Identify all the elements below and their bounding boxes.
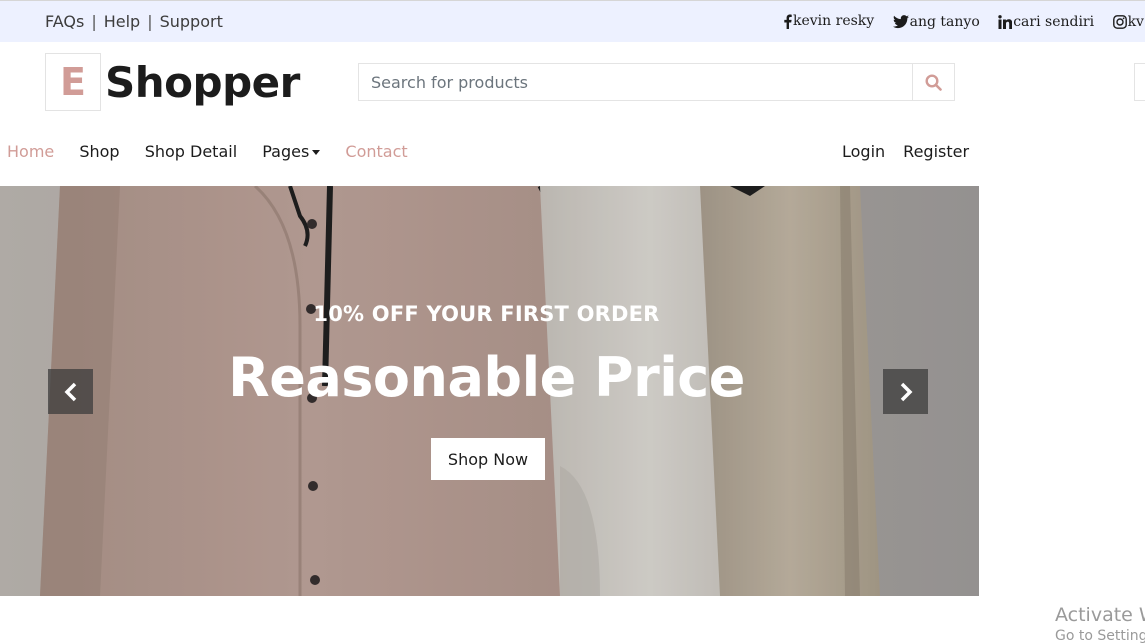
social-label: kv1nrsk: [1127, 13, 1145, 30]
instagram-icon: [1112, 14, 1127, 29]
social-label: cari sendiri: [1013, 13, 1095, 30]
social-linkedin[interactable]: cari sendiri: [998, 14, 1094, 30]
social-instagram[interactable]: kv1nrsk: [1112, 13, 1145, 30]
activation-line-1: Activate W: [1055, 604, 1145, 626]
hero-title: Reasonable Price: [228, 346, 745, 409]
register-link[interactable]: Register: [903, 142, 969, 161]
faqs-link[interactable]: FAQs: [45, 12, 84, 31]
hero-subtitle: 10% OFF YOUR FIRST ORDER: [313, 302, 660, 326]
activation-watermark: Activate W Go to Settings: [1055, 604, 1145, 644]
social-links: kevin resky ang tanyo cari sendiri kv1nr…: [783, 13, 1145, 33]
help-link[interactable]: Help: [104, 12, 140, 31]
search-bar: [358, 63, 955, 101]
separator: |: [147, 12, 153, 31]
hero-carousel: 10% OFF YOUR FIRST ORDER Reasonable Pric…: [0, 186, 979, 596]
chevron-right-icon: [900, 382, 912, 401]
login-link[interactable]: Login: [842, 142, 885, 161]
linkedin-icon: [998, 14, 1013, 29]
search-icon: [925, 73, 942, 91]
carousel-next-button[interactable]: [883, 369, 928, 414]
social-label: ang tanyo: [909, 13, 980, 30]
nav-item-pages-label: Pages: [262, 142, 310, 161]
site-logo[interactable]: E Shopper: [45, 53, 300, 111]
carousel-prev-button[interactable]: [48, 369, 93, 414]
social-label: kevin resky: [793, 13, 875, 29]
nav-item-pages[interactable]: Pages: [262, 142, 321, 161]
nav-item-home[interactable]: Home: [7, 142, 54, 161]
main-nav: Home Shop Shop Detail Pages Contact: [7, 142, 428, 161]
social-facebook[interactable]: kevin resky: [783, 13, 874, 29]
facebook-icon: [784, 14, 792, 29]
twitter-icon: [892, 14, 909, 28]
chevron-left-icon: [64, 382, 76, 401]
social-twitter[interactable]: ang tanyo: [892, 13, 980, 30]
search-input[interactable]: [359, 64, 912, 100]
nav-item-shop[interactable]: Shop: [79, 142, 119, 161]
shop-now-button[interactable]: Shop Now: [431, 438, 545, 480]
topbar: FAQs | Help | Support kevin resky ang tanyo …: [0, 0, 1145, 42]
header-button-partial[interactable]: [1134, 63, 1145, 101]
separator: |: [91, 12, 97, 31]
caret-down-icon: [312, 150, 321, 155]
logo-text: Shopper: [105, 57, 300, 107]
nav-item-contact[interactable]: Contact: [345, 142, 407, 161]
search-button[interactable]: [912, 64, 954, 100]
support-link[interactable]: Support: [160, 12, 223, 31]
account-nav: Login Register: [842, 142, 987, 161]
logo-letter: E: [45, 53, 101, 111]
activation-line-2: Go to Settings: [1055, 628, 1145, 644]
nav-item-shop-detail[interactable]: Shop Detail: [145, 142, 237, 161]
topbar-links: FAQs | Help | Support: [45, 12, 223, 31]
